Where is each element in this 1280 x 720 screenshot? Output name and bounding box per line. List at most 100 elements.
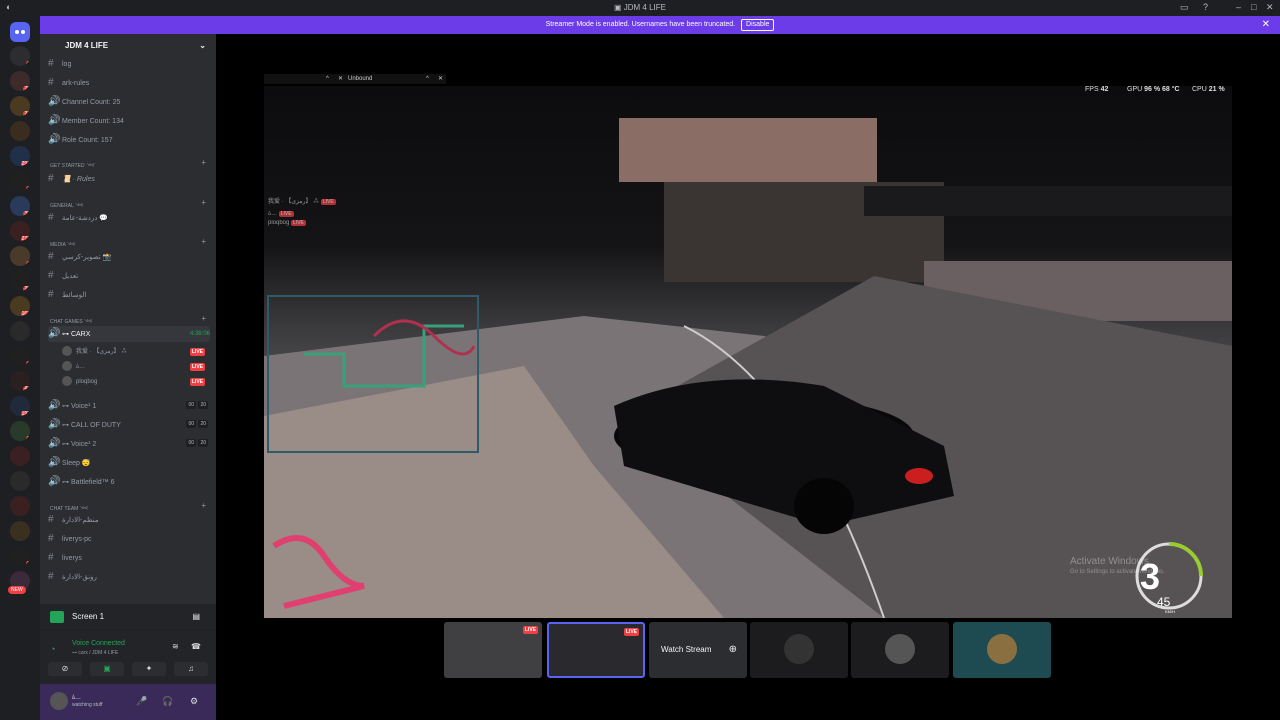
stream-thumb-2[interactable]: LIVE	[547, 622, 645, 678]
close-icon[interactable]: ✕	[338, 74, 343, 84]
help-icon[interactable]: ?	[1203, 2, 1208, 12]
channel-item[interactable]: 🔊 Role Count: 157	[48, 132, 210, 148]
avatar	[62, 376, 72, 387]
channel-item[interactable]: # تعديل	[48, 268, 210, 284]
disconnect-icon[interactable]: ☎	[191, 642, 201, 651]
hashtag-icon: #	[48, 173, 54, 184]
voice-channel[interactable]: 🔊 ⊶ Battlefield™ 6	[48, 474, 210, 490]
voice-channel[interactable]: 🔊 ⊶ Voice¹ 1 00 20	[48, 398, 210, 414]
minimize-icon[interactable]: –	[1236, 2, 1241, 12]
camera-off-icon[interactable]: ⊘	[48, 662, 82, 676]
game-stream[interactable]: FPS 42 GPU 96 % 68 °C CPU 21 % 我爱 · 【رمز…	[264, 86, 1232, 618]
channel-item[interactable]: # liverys	[48, 550, 210, 566]
voice-channel-carx[interactable]: 🔊 ⊶ CARX 4:36:06	[48, 326, 210, 342]
screen-share-button[interactable]: ▣	[90, 662, 124, 676]
participant-tile-1[interactable]	[750, 622, 848, 678]
channel-item[interactable]: 🔊 Channel Count: 25	[48, 94, 210, 110]
channel-item[interactable]: # منظم-الادارة	[48, 512, 210, 528]
hashtag-icon: #	[48, 552, 54, 563]
gear-icon[interactable]: ⚙	[190, 696, 198, 707]
server-icon[interactable]: 168	[10, 296, 30, 316]
add-channel-icon[interactable]: +	[201, 501, 206, 510]
overlay-voice-list: 我爱 · 【رمزی】 ⁂ LIVE ﾑ… LIVE ploqbog LIVE	[268, 196, 388, 232]
server-icon[interactable]	[10, 496, 30, 516]
speaker-icon: 🔊	[48, 400, 61, 411]
microphone-icon[interactable]: 🎤	[136, 696, 147, 707]
close-icon[interactable]: ✕	[438, 74, 443, 84]
chevron-down-icon[interactable]: ⌄	[199, 34, 206, 58]
home-icon[interactable]	[10, 22, 30, 42]
avatar[interactable]	[50, 692, 68, 710]
server-icon[interactable]: 3	[10, 421, 30, 441]
server-icon[interactable]: 6	[10, 346, 30, 366]
channel-item[interactable]: 🔊 Member Count: 134	[48, 113, 210, 129]
headphones-icon[interactable]: 🎧	[162, 696, 173, 707]
popout-icon[interactable]: ▤	[192, 604, 200, 630]
server-icon[interactable]	[10, 121, 30, 141]
channel-item[interactable]: # log	[48, 56, 210, 72]
inbox-icon[interactable]: ▭	[1180, 2, 1189, 13]
server-icon[interactable]	[10, 471, 30, 491]
server-icon[interactable]: 272	[10, 221, 30, 241]
voice-timer: 4:36:06	[189, 331, 210, 337]
signal-icon[interactable]: ◔	[50, 644, 55, 654]
voice-channel-link[interactable]: ⊶ carx / JDM 4 LIFE	[72, 650, 118, 656]
screen-share-panel[interactable]: Screen 1 ▤	[40, 604, 216, 630]
channel-item[interactable]: # تصوير-كرسي 📸	[48, 249, 210, 265]
minimize-icon[interactable]: ^	[326, 74, 329, 84]
server-icon[interactable]: 40	[10, 371, 30, 391]
activities-icon[interactable]: ✦	[132, 662, 166, 676]
activate-windows-title: Activate Windows	[1070, 556, 1149, 567]
disable-button[interactable]: Disable	[741, 19, 775, 31]
add-channel-icon[interactable]: +	[201, 158, 206, 167]
watch-stream-button[interactable]: Watch Stream ⊕	[649, 622, 747, 678]
new-badge: NEW	[8, 586, 26, 594]
channel-item[interactable]: # ark-rules	[48, 75, 210, 91]
participant-tile-2[interactable]	[851, 622, 949, 678]
minimize-icon[interactable]: ^	[426, 74, 429, 84]
server-icon[interactable]: 1	[10, 46, 30, 66]
voice-user[interactable]: 我爱 · 【رمزی】 ⁂ LIVE	[62, 345, 207, 359]
avatar	[62, 346, 72, 357]
unread-badge: 1	[26, 61, 30, 66]
server-header[interactable]: JDM 4 LIFE ⌄	[40, 34, 216, 58]
server-icon[interactable]: 193	[10, 396, 30, 416]
banner-close-icon[interactable]: ✕	[1262, 16, 1270, 34]
avatar	[62, 361, 72, 372]
avatar	[784, 634, 814, 664]
server-icon[interactable]: 78	[10, 71, 30, 91]
voice-channel[interactable]: 🔊 ⊶ Voice¹ 2 00 20	[48, 436, 210, 452]
server-icon[interactable]	[10, 521, 30, 541]
voice-user[interactable]: ﾑ… LIVE	[62, 360, 207, 374]
server-icon[interactable]: 297	[10, 146, 30, 166]
server-icon[interactable]: 3	[10, 546, 30, 566]
participant-tile-3[interactable]	[953, 622, 1051, 678]
voice-connected-label[interactable]: Voice Connected	[72, 640, 125, 647]
unread-badge: 6	[26, 186, 30, 191]
noise-suppression-icon[interactable]: ≋	[172, 642, 179, 651]
channel-general[interactable]: # دردشة-عامة 💬	[48, 210, 210, 226]
server-icon[interactable]	[10, 446, 30, 466]
profile-bar[interactable]: ﾑ… watching stuff 🎤 🎧 ⚙	[40, 684, 216, 720]
close-window-icon[interactable]: ✕	[1266, 2, 1274, 13]
server-icon[interactable]: 21	[10, 96, 30, 116]
voice-user[interactable]: ploqbog LIVE	[62, 375, 207, 389]
voice-channel[interactable]: 🔊 ⊶ CALL OF DUTY 00 20	[48, 417, 210, 433]
channel-item[interactable]: # رونق-الادارة	[48, 569, 210, 585]
add-channel-icon[interactable]: +	[201, 314, 206, 323]
add-channel-icon[interactable]: +	[201, 198, 206, 207]
server-icon[interactable]: 25	[10, 271, 30, 291]
channel-item[interactable]: # الوسائط	[48, 287, 210, 303]
channel-rules[interactable]: # 📜 · Rules	[48, 171, 210, 187]
server-icon[interactable]: 35	[10, 196, 30, 216]
user-count: 00	[186, 401, 196, 409]
add-channel-icon[interactable]: +	[201, 237, 206, 246]
server-icon[interactable]: 1	[10, 246, 30, 266]
voice-channel[interactable]: 🔊 Sleep 😴	[48, 455, 210, 471]
server-icon[interactable]	[10, 321, 30, 341]
channel-item[interactable]: # liverys-pc	[48, 531, 210, 547]
stream-thumb-1[interactable]: LIVE	[444, 622, 542, 678]
soundboard-icon[interactable]: ♫	[174, 662, 208, 676]
server-icon[interactable]: 6	[10, 171, 30, 191]
maximize-icon[interactable]: □	[1251, 2, 1256, 12]
